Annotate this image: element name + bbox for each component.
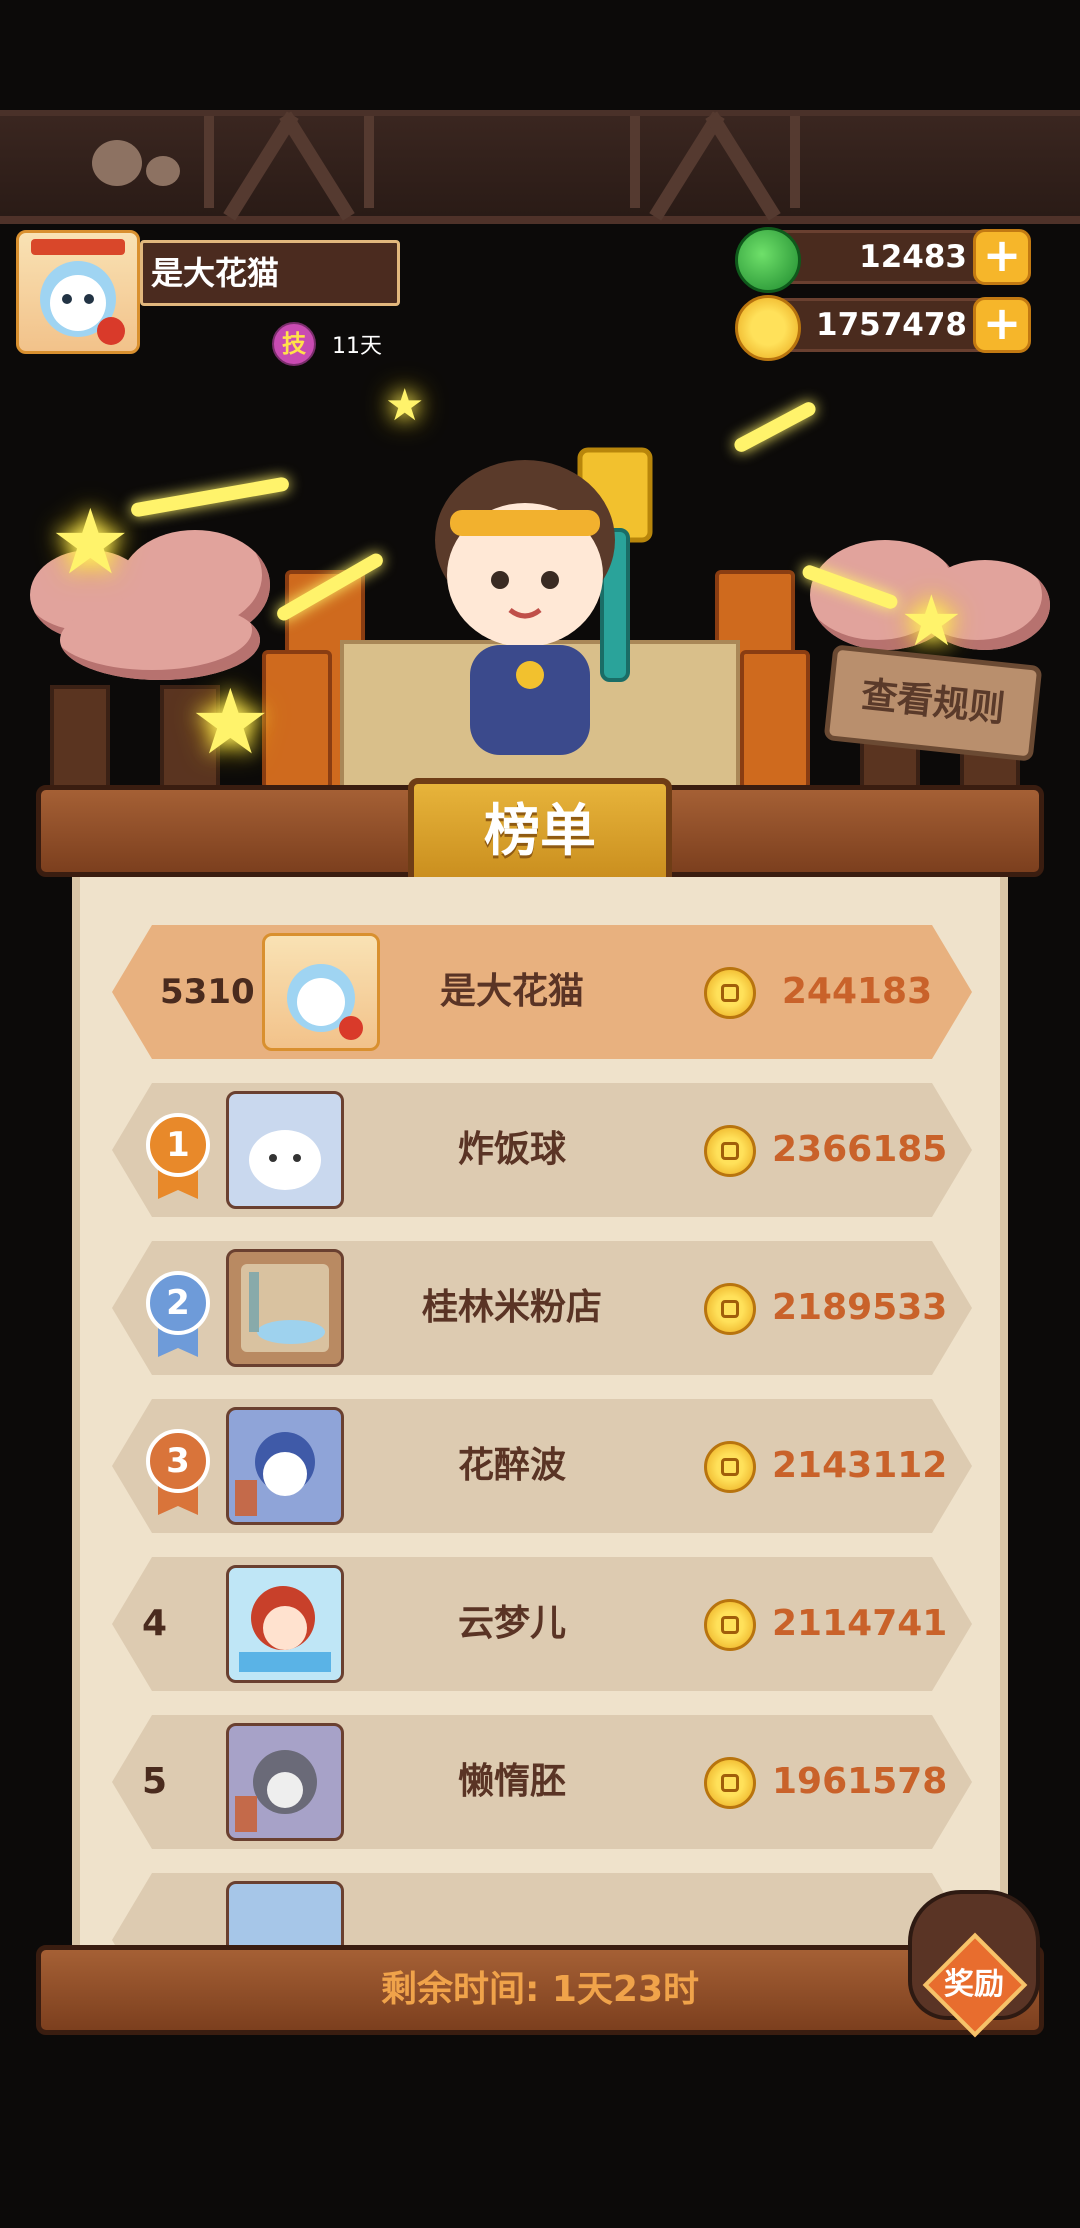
leaderboard-title: 榜单 <box>408 778 672 888</box>
sparkle-star-icon: ★ <box>190 670 271 775</box>
stage-pillar <box>740 650 810 790</box>
player-avatar <box>226 1407 344 1525</box>
leaderboard-row[interactable]: 2 桂林米粉店 2189533 <box>112 1241 972 1375</box>
apple-gem-icon <box>735 227 801 293</box>
leaderboard-row[interactable]: 5 懒惰胚 1961578 <box>112 1715 972 1849</box>
coin-icon <box>704 1441 756 1493</box>
coin-icon <box>704 1757 756 1809</box>
stage-pillar <box>262 650 332 790</box>
reward-button[interactable]: 奖励 <box>908 1962 1040 2008</box>
hero-character <box>435 447 653 755</box>
player-score: 1961578 <box>772 1761 948 1802</box>
gem-value: 12483 <box>859 239 967 275</box>
silver-medal-icon: 2 <box>146 1271 210 1335</box>
player-name: 云梦儿 <box>457 1603 566 1644</box>
my-rank-row[interactable]: 5310 是大花猫 244183 <box>112 925 972 1059</box>
rank-number: 4 <box>142 1603 168 1644</box>
fence-post <box>50 685 110 795</box>
sparkle-star-icon: ★ <box>900 580 963 662</box>
add-coins-button[interactable]: + <box>973 297 1031 353</box>
chick-decoration <box>92 140 142 186</box>
player-score: 2189533 <box>772 1287 948 1328</box>
leaderboard-row[interactable]: 1 炸饭球 2366185 <box>112 1083 972 1217</box>
chick-decoration <box>146 156 180 186</box>
skill-badge-icon[interactable]: 技 <box>272 322 316 366</box>
coin-value: 1757478 <box>816 307 967 343</box>
blossom-tree <box>60 600 260 680</box>
player-avatar <box>226 1091 344 1209</box>
leaderboard-row[interactable]: 4 云梦儿 2114741 <box>112 1557 972 1691</box>
bronze-medal-icon: 3 <box>146 1429 210 1493</box>
rank-number: 5 <box>142 1761 168 1802</box>
player-name: 花醉波 <box>457 1445 566 1486</box>
player-avatar[interactable] <box>16 230 140 354</box>
coin-counter: 1757478 + <box>735 295 1031 361</box>
days-count: 11天 <box>332 334 382 359</box>
player-avatar <box>226 1881 344 1947</box>
add-gems-button[interactable]: + <box>973 229 1031 285</box>
leaderboard-row[interactable]: 3 花醉波 2143112 <box>112 1399 972 1533</box>
player-name-plate: 是大花猫 <box>140 240 400 306</box>
player-name: 懒惰胚 <box>457 1761 566 1802</box>
sparkle-streak <box>731 399 819 455</box>
leaderboard-row-partial[interactable] <box>112 1873 972 1947</box>
my-rank-number: 5310 <box>160 972 255 1012</box>
gold-medal-icon: 1 <box>146 1113 210 1177</box>
player-avatar <box>226 1565 344 1683</box>
player-score: 2114741 <box>772 1603 948 1644</box>
player-name: 桂林米粉店 <box>421 1287 602 1328</box>
player-avatar <box>226 1249 344 1367</box>
truss-decoration <box>204 116 374 208</box>
top-wooden-beam <box>0 110 1080 224</box>
player-score: 2366185 <box>772 1129 948 1170</box>
leaderboard-scroll[interactable]: 5310 是大花猫 244183 1 炸饭球 2366185 2 桂林米粉店 2… <box>72 877 1008 1947</box>
coin-icon <box>704 1125 756 1177</box>
sparkle-star-icon: ★ <box>50 490 131 595</box>
coin-icon <box>704 1283 756 1335</box>
coin-icon <box>704 1599 756 1651</box>
truss-decoration <box>630 116 800 208</box>
player-score: 2143112 <box>772 1445 948 1486</box>
coin-icon <box>704 967 756 1019</box>
player-name: 炸饭球 <box>457 1129 566 1170</box>
gem-counter: 12483 + <box>735 227 1031 293</box>
player-avatar <box>226 1723 344 1841</box>
my-score: 244183 <box>781 971 933 1012</box>
sparkle-star-icon: ★ <box>385 380 425 431</box>
sparkle-streak <box>129 476 291 518</box>
coin-icon <box>735 295 801 361</box>
my-player-name: 是大花猫 <box>439 971 584 1012</box>
